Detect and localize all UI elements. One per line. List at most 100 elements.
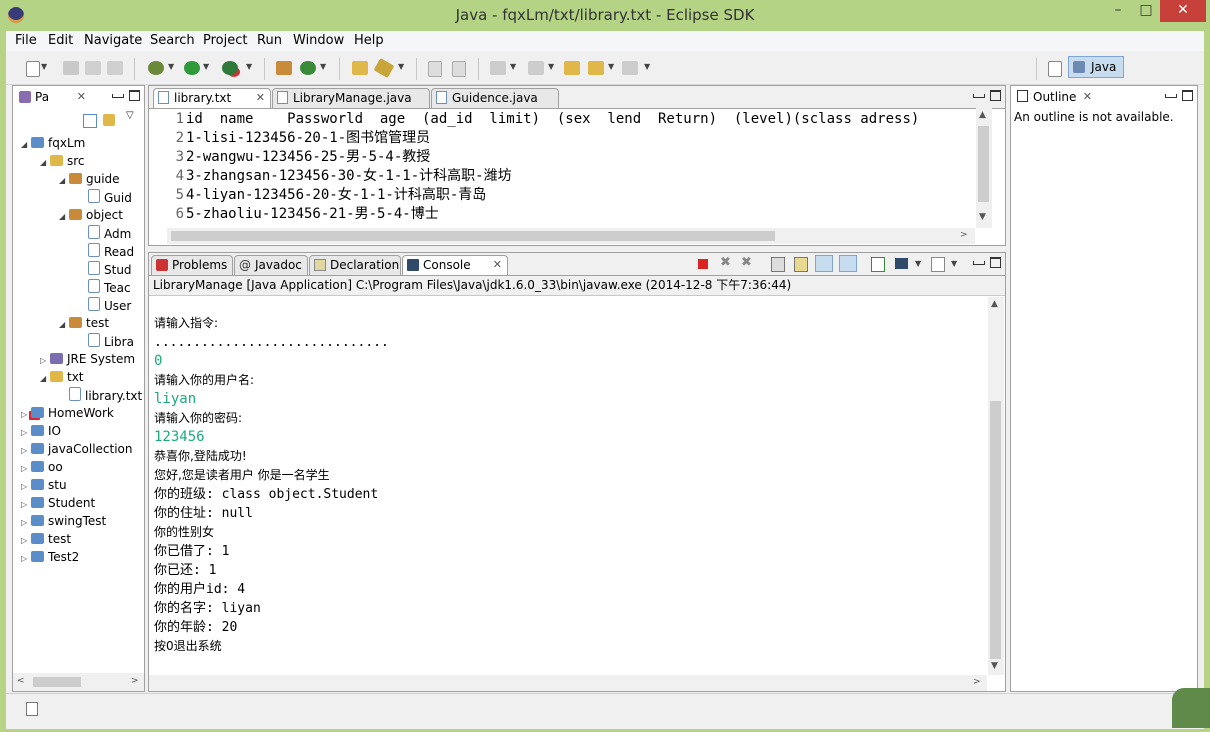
menu-help[interactable]: Help (354, 33, 384, 48)
tree-item[interactable]: ▷ IO (21, 423, 61, 441)
menu-project[interactable]: Project (203, 33, 247, 48)
tab-guidence-java[interactable]: Guidence.java (431, 88, 559, 108)
view-menu-icon[interactable]: ▽ (126, 110, 134, 121)
new-class-icon[interactable] (300, 61, 316, 75)
tree-item[interactable]: library.txt (59, 387, 142, 404)
expand-toggle-icon[interactable]: ▷ (21, 425, 31, 441)
open-perspective-icon[interactable] (1048, 61, 1062, 77)
tree-item[interactable]: Teac (78, 279, 131, 296)
explorer-hscroll-thumb[interactable] (33, 677, 81, 687)
close-button[interactable]: ✕ (1160, 0, 1206, 22)
editor-vscroll[interactable]: ▲ ▼ (976, 108, 992, 228)
editor-hscroll-thumb[interactable] (171, 231, 775, 241)
maximize-icon[interactable] (129, 90, 140, 101)
tab-outline[interactable]: Outline ✕ (1013, 88, 1097, 108)
console-vscroll-thumb[interactable] (990, 401, 1001, 659)
toggle-mark-icon[interactable] (428, 61, 442, 77)
menu-run[interactable]: Run (257, 33, 282, 48)
run-external-icon[interactable] (222, 61, 238, 75)
close-icon[interactable]: ✕ (77, 88, 86, 106)
tree-item[interactable]: ◢ guide (59, 171, 120, 189)
pin-console-icon[interactable] (871, 257, 885, 272)
tab-javadoc[interactable]: @ Javadoc (234, 255, 308, 275)
maximize-button[interactable]: □ (1132, 0, 1160, 22)
tree-item[interactable]: ◢ txt (40, 369, 84, 387)
tree-item[interactable]: ◢ fqxLm (21, 135, 85, 153)
tree-item[interactable]: User (78, 297, 131, 314)
tree-item[interactable]: ▷ Student (21, 495, 95, 513)
tab-problems[interactable]: Problems (151, 255, 233, 275)
expand-toggle-icon[interactable]: ▷ (21, 515, 31, 531)
back-icon[interactable] (588, 61, 604, 75)
expand-toggle-icon[interactable]: ▷ (21, 551, 31, 567)
expand-toggle-icon[interactable]: ▷ (21, 497, 31, 513)
editor-line[interactable]: 2-wangwu-123456-25-男-5-4-教授 (186, 148, 973, 167)
maximize-icon[interactable] (990, 90, 1001, 101)
expand-toggle-icon[interactable]: ◢ (21, 137, 31, 153)
expand-toggle-icon[interactable]: ▷ (21, 407, 31, 423)
maximize-icon[interactable] (990, 257, 1001, 268)
expand-toggle-icon[interactable]: ◢ (40, 155, 50, 171)
editor-hscroll[interactable]: > (167, 228, 975, 244)
new-icon[interactable] (26, 61, 40, 77)
menu-navigate[interactable]: Navigate (84, 33, 142, 48)
expand-toggle-icon[interactable]: ▷ (40, 353, 50, 369)
expand-toggle-icon[interactable]: ▷ (21, 443, 31, 459)
link-with-editor-icon[interactable] (103, 114, 115, 126)
minimize-icon[interactable] (973, 94, 985, 98)
close-icon[interactable]: ✕ (256, 89, 265, 107)
tree-item[interactable]: ▷ JRE System (40, 351, 135, 369)
editor-line[interactable]: 1-lisi-123456-20-1-图书馆管理员 (186, 129, 973, 148)
editor-line[interactable]: 4-liyan-123456-20-女-1-1-计科高职-青岛 (186, 186, 973, 205)
remove-all-launches-icon[interactable]: ✖ (741, 255, 752, 270)
menu-search[interactable]: Search (150, 33, 195, 48)
collapse-all-icon[interactable] (83, 114, 97, 128)
display-console-icon[interactable] (895, 258, 908, 269)
tree-item[interactable]: ▷ test (21, 531, 71, 549)
tab-package-explorer[interactable]: Pa ✕ (15, 88, 91, 108)
next-annotation-icon[interactable] (490, 61, 506, 75)
console-vscroll[interactable]: ▲ ▼ (988, 297, 1004, 675)
show-on-output-icon[interactable] (815, 255, 833, 272)
close-icon[interactable]: ✕ (1083, 88, 1092, 106)
expand-toggle-icon[interactable]: ▷ (21, 461, 31, 477)
scroll-lock-icon[interactable] (794, 257, 808, 272)
print-icon[interactable] (107, 61, 123, 75)
tree-item[interactable]: ◢ test (59, 315, 109, 333)
open-console-icon[interactable] (931, 257, 945, 272)
tree-item[interactable]: Libra (78, 333, 134, 350)
tree-item[interactable]: ▷ Test2 (21, 549, 79, 567)
editor-line[interactable]: 3-zhangsan-123456-30-女-1-1-计科高职-潍坊 (186, 167, 973, 186)
menu-file[interactable]: File (15, 33, 37, 48)
tab-librarymanage-java[interactable]: LibraryManage.java (272, 88, 430, 108)
editor-line[interactable]: id name Passworld age (ad_id limit) (sex… (186, 110, 973, 129)
tab-library-txt[interactable]: library.txt ✕ (153, 88, 271, 108)
close-icon[interactable]: ✕ (493, 256, 502, 274)
expand-toggle-icon[interactable]: ▷ (21, 479, 31, 495)
tree-item[interactable]: Adm (78, 225, 131, 242)
show-on-error-icon[interactable] (839, 255, 857, 272)
tree-item[interactable]: ▷ stu (21, 477, 67, 495)
search-icon[interactable] (373, 57, 395, 79)
minimize-icon[interactable] (112, 94, 124, 98)
maximize-icon[interactable] (1182, 90, 1193, 101)
tree-item[interactable]: ▷ HomeWork (21, 405, 114, 423)
forward-icon[interactable] (622, 61, 638, 75)
tree-item[interactable]: Stud (78, 261, 132, 278)
editor-vscroll-thumb[interactable] (978, 126, 989, 202)
clear-console-icon[interactable] (771, 257, 785, 272)
fast-view-icon[interactable] (26, 702, 38, 716)
tree-item[interactable]: ▷ swingTest (21, 513, 106, 531)
tree-item[interactable]: Read (78, 243, 134, 260)
expand-toggle-icon[interactable]: ◢ (59, 173, 69, 189)
tab-console[interactable]: Console ✕ (402, 255, 508, 275)
minimize-button[interactable]: – (1104, 0, 1132, 22)
editor-line[interactable]: 5-zhaoliu-123456-21-男-5-4-博士 (186, 205, 973, 224)
last-edit-icon[interactable] (564, 61, 580, 75)
save-all-icon[interactable] (85, 61, 101, 75)
remove-launch-icon[interactable]: ✖ (720, 255, 731, 270)
tree-item[interactable]: Guid (78, 189, 132, 206)
menu-edit[interactable]: Edit (48, 33, 73, 48)
expand-toggle-icon[interactable]: ◢ (59, 209, 69, 225)
perspective-java-button[interactable]: Java (1068, 56, 1124, 78)
